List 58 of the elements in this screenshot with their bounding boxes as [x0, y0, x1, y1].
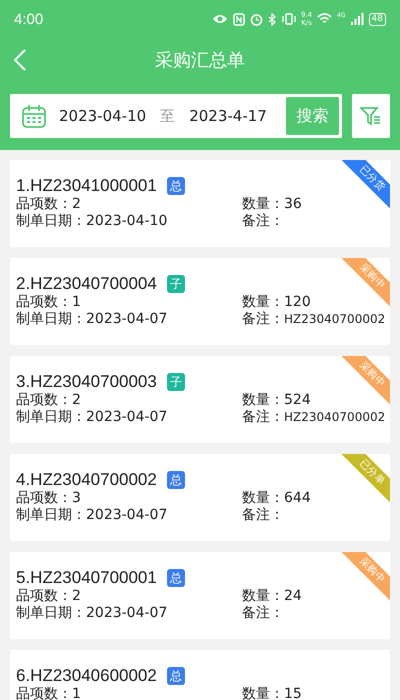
item-count: 品项数：2 [16, 392, 82, 409]
created-date: 制单日期：2023-04-07 [16, 311, 168, 328]
order-card[interactable]: 2.HZ23040700004 子 品项数：1 数量：120 制单日期：2023-04-07 备注：HZ23040700002 采购中 [10, 258, 390, 345]
wifi-icon [317, 13, 332, 25]
order-type-tag: 总 [166, 667, 185, 685]
status-time: 4:00 [14, 10, 44, 28]
created-date: 制单日期：2023-04-07 [16, 507, 168, 524]
item-count: 品项数：3 [16, 490, 82, 507]
note: 备注：HZ23040700002 [242, 311, 386, 328]
order-number: 1.HZ23041000001 [16, 176, 157, 196]
created-date: 制单日期：2023-04-07 [16, 605, 168, 622]
order-card[interactable]: 1.HZ23041000001 总 品项数：2 数量：36 制单日期：2023-04-10 备注： 已分货 [10, 160, 390, 247]
order-card[interactable]: 6.HZ23040600002 总 品项数：1 数量：15 [10, 650, 390, 700]
order-card[interactable]: 4.HZ23040700002 总 品项数：3 数量：644 制单日期：2023-04-07 备注： 已分单 [10, 454, 390, 541]
quantity: 数量：644 [242, 490, 312, 507]
quantity: 数量：24 [242, 588, 303, 605]
filter-icon [360, 106, 382, 126]
order-number: 4.HZ23040700002 [16, 470, 157, 490]
order-card[interactable]: 5.HZ23040700001 总 品项数：2 数量：24 制单日期：2023-04-07 备注： 采购中 [10, 552, 390, 639]
bluetooth-icon [268, 12, 277, 26]
order-type-tag: 总 [166, 471, 185, 489]
created-date: 制单日期：2023-04-10 [16, 213, 168, 230]
page-title: 采购汇总单 [154, 49, 246, 72]
start-date[interactable]: 2023-04-10 [59, 107, 146, 125]
nfc-icon [232, 12, 245, 26]
order-number: 5.HZ23040700001 [16, 568, 157, 588]
order-type-tag: 子 [166, 373, 185, 391]
note: 备注： [242, 507, 285, 524]
item-count: 品项数：2 [16, 196, 82, 213]
item-count: 品项数：2 [16, 588, 82, 605]
quantity: 数量：524 [242, 392, 312, 409]
note: 备注：HZ23040700002 [242, 409, 386, 426]
end-date[interactable]: 2023-4-17 [189, 107, 267, 125]
back-icon [14, 49, 26, 71]
order-type-tag: 子 [166, 275, 185, 293]
eye-icon [212, 13, 228, 25]
order-card[interactable]: 3.HZ23040700003 子 品项数：2 数量：524 制单日期：2023-04-07 备注：HZ23040700002 采购中 [10, 356, 390, 443]
battery-level: 48 [368, 12, 386, 26]
signal-icon [350, 13, 364, 25]
order-number: 6.HZ23040600002 [16, 666, 157, 686]
alarm-icon [250, 12, 263, 26]
order-number: 3.HZ23040700003 [16, 372, 157, 392]
item-count: 品项数：1 [16, 294, 82, 311]
date-range-field[interactable]: 2023-04-10 至 2023-4-17 搜索 [10, 94, 342, 138]
order-type-tag: 总 [166, 177, 185, 195]
filter-button[interactable] [352, 94, 390, 138]
quantity: 数量：120 [242, 294, 312, 311]
note: 备注： [242, 213, 285, 230]
order-number: 2.HZ23040700004 [16, 274, 157, 294]
created-date: 制单日期：2023-04-07 [16, 409, 168, 426]
quantity: 数量：15 [242, 686, 303, 700]
item-count: 品项数：1 [16, 686, 82, 700]
vibrate-icon [282, 13, 296, 25]
note: 备注： [242, 605, 285, 622]
calendar-icon [21, 103, 47, 129]
range-separator: 至 [160, 106, 176, 126]
order-type-tag: 总 [166, 569, 185, 587]
quantity: 数量：36 [242, 196, 303, 213]
